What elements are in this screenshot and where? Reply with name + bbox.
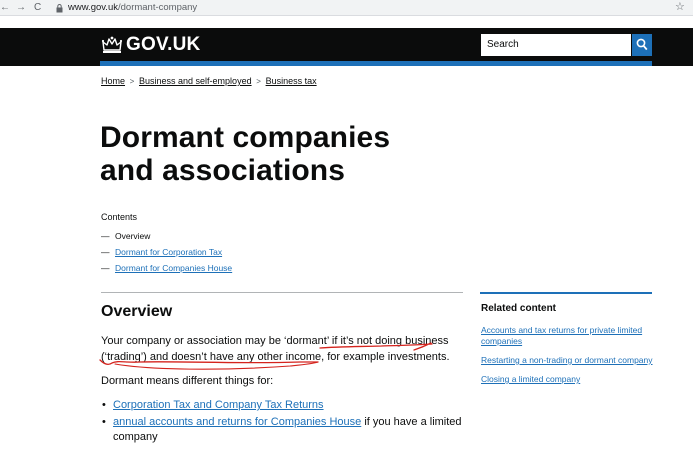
companies-house-link[interactable]: annual accounts and returns for Companie… <box>113 416 361 428</box>
related-divider <box>480 292 652 294</box>
lock-icon <box>56 4 63 13</box>
related-link-restarting[interactable]: Restarting a non-trading or dormant comp… <box>481 355 653 365</box>
reload-icon[interactable]: C <box>34 1 41 15</box>
list-item: Corporation Tax and Company Tax Returns <box>101 398 471 413</box>
browser-toolbar: ← → C www.gov.uk/dormant-company ☆ <box>0 0 693 16</box>
search-input[interactable]: Search <box>481 34 631 56</box>
forward-icon[interactable]: → <box>16 1 26 15</box>
breadcrumb-home[interactable]: Home <box>101 76 125 86</box>
search-icon <box>636 38 648 51</box>
logo-text: GOV.UK <box>126 34 201 55</box>
corporation-tax-link[interactable]: Corporation Tax and Company Tax Returns <box>113 399 324 411</box>
breadcrumb: Home > Business and self-employed > Business… <box>101 75 317 88</box>
list-item: annual accounts and returns for Companie… <box>101 415 471 445</box>
back-icon[interactable]: ← <box>0 1 10 15</box>
header-blue-bar <box>100 61 652 66</box>
contents-heading: Contents <box>101 212 138 222</box>
list-item: Accounts and tax returns for private lim… <box>481 325 653 347</box>
overview-paragraph: Your company or association may be ‘dorm… <box>101 335 450 363</box>
search-button[interactable] <box>632 34 652 56</box>
overview-heading: Overview <box>101 303 173 320</box>
related-content-heading: Related content <box>481 303 557 314</box>
crown-icon <box>101 36 123 53</box>
breadcrumb-business[interactable]: Business and self-employed <box>139 76 252 86</box>
contents-item: — Dormant for Companies House <box>101 263 233 273</box>
breadcrumb-separator-icon: > <box>256 77 261 86</box>
contents-item: — Dormant for Corporation Tax <box>101 247 223 257</box>
breadcrumb-business-tax[interactable]: Business tax <box>266 76 317 86</box>
related-content-list: Accounts and tax returns for private lim… <box>481 325 653 393</box>
breadcrumb-separator-icon: > <box>129 77 135 86</box>
list-item: Closing a limited company <box>481 374 653 385</box>
list-item: Restarting a non-trading or dormant comp… <box>481 355 653 366</box>
contents-item: — Overview <box>101 231 151 241</box>
contents-list: — Overview — Dormant for Corporation Tax —… <box>101 228 232 276</box>
contents-link-corporation-tax[interactable]: Dormant for Corporation Tax <box>115 247 222 257</box>
contents-item-overview: Overview <box>115 231 151 241</box>
bookmark-star-icon[interactable]: ☆ <box>675 0 685 15</box>
dormant-meaning-paragraph: Dormant means different things for: <box>101 375 274 387</box>
page-title: Dormant companies and associations <box>100 121 391 187</box>
dormant-meaning-list: Corporation Tax and Company Tax Returns … <box>101 398 471 447</box>
related-link-accounts[interactable]: Accounts and tax returns for private lim… <box>481 325 642 346</box>
url-text: www.gov.uk/dormant-company <box>68 2 198 13</box>
contents-link-companies-house[interactable]: Dormant for Companies House <box>115 263 232 273</box>
related-link-closing[interactable]: Closing a limited company <box>481 374 580 384</box>
section-divider <box>101 292 463 293</box>
